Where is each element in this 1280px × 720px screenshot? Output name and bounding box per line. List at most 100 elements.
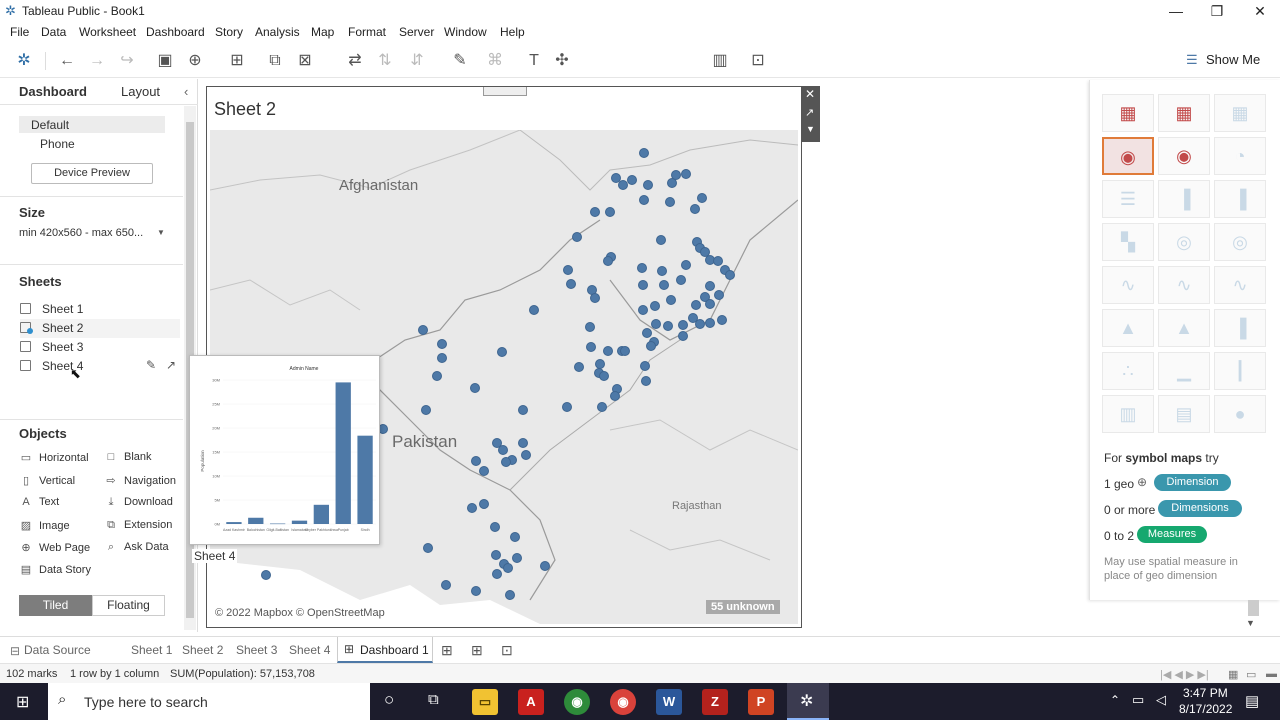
map-mark[interactable] xyxy=(646,341,656,351)
new-data-source-icon[interactable]: ⊕ xyxy=(185,51,205,71)
map-mark[interactable] xyxy=(611,173,621,183)
new-story-icon[interactable]: ⊡ xyxy=(501,642,513,659)
map-mark[interactable] xyxy=(599,371,609,381)
map-mark[interactable] xyxy=(437,353,447,363)
map-mark[interactable] xyxy=(510,532,520,542)
map-mark[interactable] xyxy=(725,270,735,280)
scroll-down-icon[interactable]: ▼ xyxy=(1246,618,1255,628)
map-mark[interactable] xyxy=(518,438,528,448)
sort-descending-icon[interactable]: ⇵ xyxy=(407,51,427,71)
map-mark[interactable] xyxy=(714,290,724,300)
tab-sheet-3[interactable]: Sheet 3 xyxy=(236,643,277,657)
map-mark[interactable] xyxy=(418,325,428,335)
map-mark[interactable] xyxy=(697,193,707,203)
menu-story[interactable]: Story xyxy=(215,25,243,39)
map-mark[interactable] xyxy=(572,232,582,242)
menu-help[interactable]: Help xyxy=(500,25,525,39)
chart-type-thumb[interactable]: ▦ xyxy=(1102,94,1154,132)
tabs-view-icon[interactable]: ▬ xyxy=(1266,668,1277,680)
map-mark[interactable] xyxy=(690,204,700,214)
fix-axes-icon[interactable]: ✣ xyxy=(552,51,572,71)
map-mark[interactable] xyxy=(441,580,451,590)
group-icon[interactable]: ⌘ xyxy=(485,51,505,71)
sort-ascending-icon[interactable]: ⇅ xyxy=(375,51,395,71)
chart-type-thumb[interactable]: ▥ xyxy=(1102,395,1154,433)
rename-icon[interactable]: ✎ xyxy=(146,358,156,372)
tab-sheet-4[interactable]: Sheet 4 xyxy=(289,643,330,657)
map-mark[interactable] xyxy=(529,305,539,315)
page-nav-icon[interactable]: |◀ ◀ ▶ ▶| xyxy=(1160,668,1209,681)
network-icon[interactable]: ▭ xyxy=(1132,692,1144,708)
chart-type-thumb[interactable]: ◉ xyxy=(1158,137,1210,175)
chrome-icon[interactable]: ◉ xyxy=(564,689,590,715)
object-horizontal[interactable]: ▭ Horizontal xyxy=(19,451,89,464)
map-mark[interactable] xyxy=(512,553,522,563)
presentation-mode-icon[interactable]: ⊡ xyxy=(748,51,768,71)
map-mark[interactable] xyxy=(467,503,477,513)
grid-view-icon[interactable]: ▦ xyxy=(1228,668,1238,681)
chart-type-thumb[interactable]: ▁ xyxy=(1158,352,1210,390)
canvas-scrollbar-thumb[interactable] xyxy=(1248,600,1259,616)
tab-layout[interactable]: Layout xyxy=(121,84,160,99)
replay-icon[interactable]: ↪ xyxy=(117,51,137,71)
map-mark[interactable] xyxy=(540,561,550,571)
chart-type-thumb[interactable]: ∿ xyxy=(1214,266,1266,304)
tab-dashboard[interactable]: Dashboard xyxy=(19,84,87,99)
go-to-sheet-icon[interactable]: ↗ xyxy=(166,358,176,372)
map-mark[interactable] xyxy=(681,260,691,270)
map-mark[interactable] xyxy=(705,299,715,309)
menu-server[interactable]: Server xyxy=(399,25,434,39)
remove-icon[interactable]: ✕ xyxy=(805,87,815,101)
chrome-profile-icon[interactable]: ◉ xyxy=(610,689,636,715)
size-dropdown[interactable]: min 420x560 - max 650... ▼ xyxy=(19,227,167,243)
chart-type-thumb[interactable]: ∿ xyxy=(1102,266,1154,304)
map-mark[interactable] xyxy=(574,362,584,372)
chart-type-thumb[interactable]: ▦ xyxy=(1214,94,1266,132)
new-dashboard-icon[interactable]: ⊞ xyxy=(471,642,483,659)
maximize-button[interactable]: ❐ xyxy=(1195,0,1239,22)
chart-type-thumb[interactable]: ◔ xyxy=(1214,137,1266,175)
map-mark[interactable] xyxy=(492,569,502,579)
chart-type-thumb[interactable]: ▦ xyxy=(1158,94,1210,132)
device-preview-button[interactable]: Device Preview xyxy=(31,163,153,184)
map-mark[interactable] xyxy=(505,590,515,600)
chart-type-thumb[interactable]: ▤ xyxy=(1158,395,1210,433)
map-mark[interactable] xyxy=(586,342,596,352)
menu-map[interactable]: Map xyxy=(311,25,334,39)
map-mark[interactable] xyxy=(695,319,705,329)
map-mark[interactable] xyxy=(261,570,271,580)
chart-type-thumb[interactable]: ● xyxy=(1214,395,1266,433)
map-mark[interactable] xyxy=(501,457,511,467)
collapse-panel-icon[interactable]: ‹ xyxy=(184,84,188,99)
map-mark[interactable] xyxy=(641,376,651,386)
unknown-indicator[interactable]: 55 unknown xyxy=(706,600,780,614)
file-explorer-icon[interactable]: ▭ xyxy=(472,689,498,715)
map-mark[interactable] xyxy=(597,402,607,412)
tab-data-source[interactable]: Data Source xyxy=(24,643,91,657)
taskbar-search[interactable]: ⌕ Type here to search xyxy=(48,683,370,720)
object-extension[interactable]: ⧉ Extension xyxy=(104,519,172,532)
map-mark[interactable] xyxy=(663,321,673,331)
map-mark[interactable] xyxy=(717,315,727,325)
clock-time[interactable]: 3:47 PM xyxy=(1183,686,1228,700)
notifications-icon[interactable]: ▤ xyxy=(1245,692,1259,710)
chart-type-thumb[interactable]: ▲ xyxy=(1102,309,1154,347)
chart-type-thumb[interactable]: ▐ xyxy=(1214,309,1266,347)
undo-icon[interactable]: ← xyxy=(57,51,77,71)
map-mark[interactable] xyxy=(603,256,613,266)
menu-window[interactable]: Window xyxy=(444,25,487,39)
new-worksheet-icon[interactable]: ⊞ xyxy=(441,642,453,659)
tableau-home-icon[interactable]: ✲ xyxy=(14,51,34,71)
highlight-icon[interactable]: ✎ xyxy=(450,51,470,71)
map-mark[interactable] xyxy=(471,456,481,466)
map-mark[interactable] xyxy=(498,445,508,455)
map-mark[interactable] xyxy=(659,280,669,290)
object-web-page[interactable]: ⊕ Web Page xyxy=(19,541,90,554)
chart-type-thumb[interactable]: ▲ xyxy=(1158,309,1210,347)
menu-file[interactable]: File xyxy=(10,25,29,39)
new-sheet-icon[interactable]: ⊞ xyxy=(227,51,247,71)
duplicate-icon[interactable]: ⧉ xyxy=(265,51,285,71)
object-navigation[interactable]: ⇨ Navigation xyxy=(104,474,176,487)
map-mark[interactable] xyxy=(562,402,572,412)
map-mark[interactable] xyxy=(643,180,653,190)
